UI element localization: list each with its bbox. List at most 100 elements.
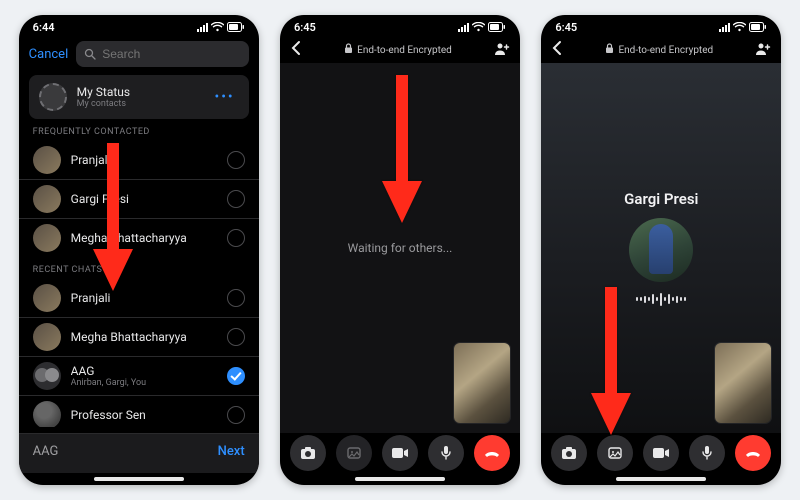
video-toggle-button[interactable] <box>643 435 679 471</box>
select-circle[interactable] <box>227 151 245 169</box>
search-icon <box>84 45 96 64</box>
back-icon[interactable] <box>290 40 302 60</box>
wifi-icon <box>733 22 746 32</box>
picker-footer: AAG Next <box>19 433 259 473</box>
video-icon <box>652 447 670 459</box>
contact-name: AAG <box>71 364 217 378</box>
home-indicator[interactable] <box>355 477 445 481</box>
avatar <box>33 224 61 252</box>
search-input[interactable] <box>102 47 240 61</box>
my-status-row[interactable]: My Status My contacts ••• <box>29 75 249 119</box>
status-indicators <box>197 22 245 32</box>
add-participant-icon[interactable] <box>755 41 771 60</box>
select-circle[interactable] <box>227 229 245 247</box>
search-field[interactable] <box>76 41 248 67</box>
status-time: 6:45 <box>294 21 316 34</box>
group-avatar-icon <box>33 362 61 390</box>
call-canvas: Gargi Presi <box>541 63 781 433</box>
hangup-icon <box>483 448 501 458</box>
encryption-text: End-to-end Encrypted <box>357 45 452 56</box>
effects-icon <box>346 446 362 460</box>
camera-icon <box>300 446 316 460</box>
status-indicators <box>719 22 767 32</box>
hangup-button[interactable] <box>474 435 510 471</box>
avatar <box>33 401 61 427</box>
back-icon[interactable] <box>551 40 563 60</box>
video-toggle-button[interactable] <box>382 435 418 471</box>
participant-tile: Gargi Presi <box>624 190 698 306</box>
camera-button[interactable] <box>290 435 326 471</box>
camera-icon <box>561 446 577 460</box>
status-bar: 6:44 <box>19 15 259 37</box>
video-icon <box>391 447 409 459</box>
picker-header: Cancel <box>19 37 259 75</box>
audio-waveform-icon <box>636 292 686 306</box>
select-circle[interactable] <box>227 289 245 307</box>
status-bar: 6:45 <box>541 15 781 37</box>
next-button[interactable]: Next <box>218 444 245 459</box>
contact-row[interactable]: Pranjali <box>19 279 259 317</box>
self-video-pip[interactable] <box>454 343 510 423</box>
add-participant-icon[interactable] <box>494 41 510 60</box>
mic-toggle-button[interactable] <box>428 435 464 471</box>
my-status-title: My Status <box>77 85 205 99</box>
status-bar: 6:45 <box>280 15 520 37</box>
hangup-icon <box>744 448 762 458</box>
battery-icon <box>488 22 506 32</box>
avatar <box>33 185 61 213</box>
cellular-icon <box>719 23 730 32</box>
encryption-text: End-to-end Encrypted <box>618 45 713 56</box>
contact-row[interactable]: Professor Sen <box>19 395 259 427</box>
lock-icon <box>605 43 614 57</box>
selected-label: AAG <box>33 444 59 459</box>
phone-screen-contact-picker: 6:44 Cancel My Status My contacts <box>19 15 259 485</box>
contact-name: Gargi Presi <box>71 192 217 206</box>
waiting-text: Waiting for others... <box>348 241 453 255</box>
contact-list[interactable]: My Status My contacts ••• FREQUENTLY CON… <box>19 75 259 427</box>
home-indicator[interactable] <box>94 477 184 481</box>
effects-icon <box>607 446 623 460</box>
select-circle[interactable] <box>227 406 245 424</box>
self-video-pip[interactable] <box>715 343 771 423</box>
hangup-button[interactable] <box>735 435 771 471</box>
participant-avatar <box>629 218 693 282</box>
contact-row[interactable]: AAG Anirban, Gargi, You <box>19 356 259 395</box>
select-circle[interactable] <box>227 190 245 208</box>
contact-sub: Anirban, Gargi, You <box>71 378 217 388</box>
call-canvas: Waiting for others... <box>280 63 520 433</box>
status-indicators <box>458 22 506 32</box>
mic-toggle-button[interactable] <box>689 435 725 471</box>
encryption-label: End-to-end Encrypted <box>344 43 452 57</box>
contact-name: Pranjali <box>71 153 217 167</box>
contact-row[interactable]: Gargi Presi <box>19 179 259 218</box>
avatar <box>33 284 61 312</box>
avatar <box>33 146 61 174</box>
contact-row[interactable]: Pranjali <box>19 141 259 179</box>
battery-icon <box>227 22 245 32</box>
select-circle[interactable] <box>227 328 245 346</box>
effects-button[interactable] <box>336 435 372 471</box>
effects-button[interactable] <box>597 435 633 471</box>
battery-icon <box>749 22 767 32</box>
contact-name: Professor Sen <box>71 408 217 422</box>
avatar <box>33 323 61 351</box>
more-icon[interactable]: ••• <box>214 89 234 105</box>
status-avatar-icon <box>39 83 67 111</box>
contact-row[interactable]: Megha Bhattacharyya <box>19 317 259 356</box>
status-time: 6:45 <box>555 21 577 34</box>
select-circle-checked[interactable] <box>227 367 245 385</box>
wifi-icon <box>472 22 485 32</box>
wifi-icon <box>211 22 224 32</box>
cancel-button[interactable]: Cancel <box>29 47 69 62</box>
call-header: End-to-end Encrypted <box>280 37 520 63</box>
contact-name: Megha Bhattacharyya <box>71 330 217 344</box>
camera-button[interactable] <box>551 435 587 471</box>
call-controls <box>541 435 781 471</box>
contact-row[interactable]: Megha Bhattacharyya <box>19 218 259 257</box>
home-indicator[interactable] <box>616 477 706 481</box>
section-header-recent: RECENT CHATS <box>19 257 259 279</box>
phone-screen-waiting-call: 6:45 End-to-end Encrypted Waiting for ot… <box>280 15 520 485</box>
phone-screen-active-call: 6:45 End-to-end Encrypted Gargi Presi <box>541 15 781 485</box>
lock-icon <box>344 43 353 57</box>
section-header-frequent: FREQUENTLY CONTACTED <box>19 119 259 141</box>
